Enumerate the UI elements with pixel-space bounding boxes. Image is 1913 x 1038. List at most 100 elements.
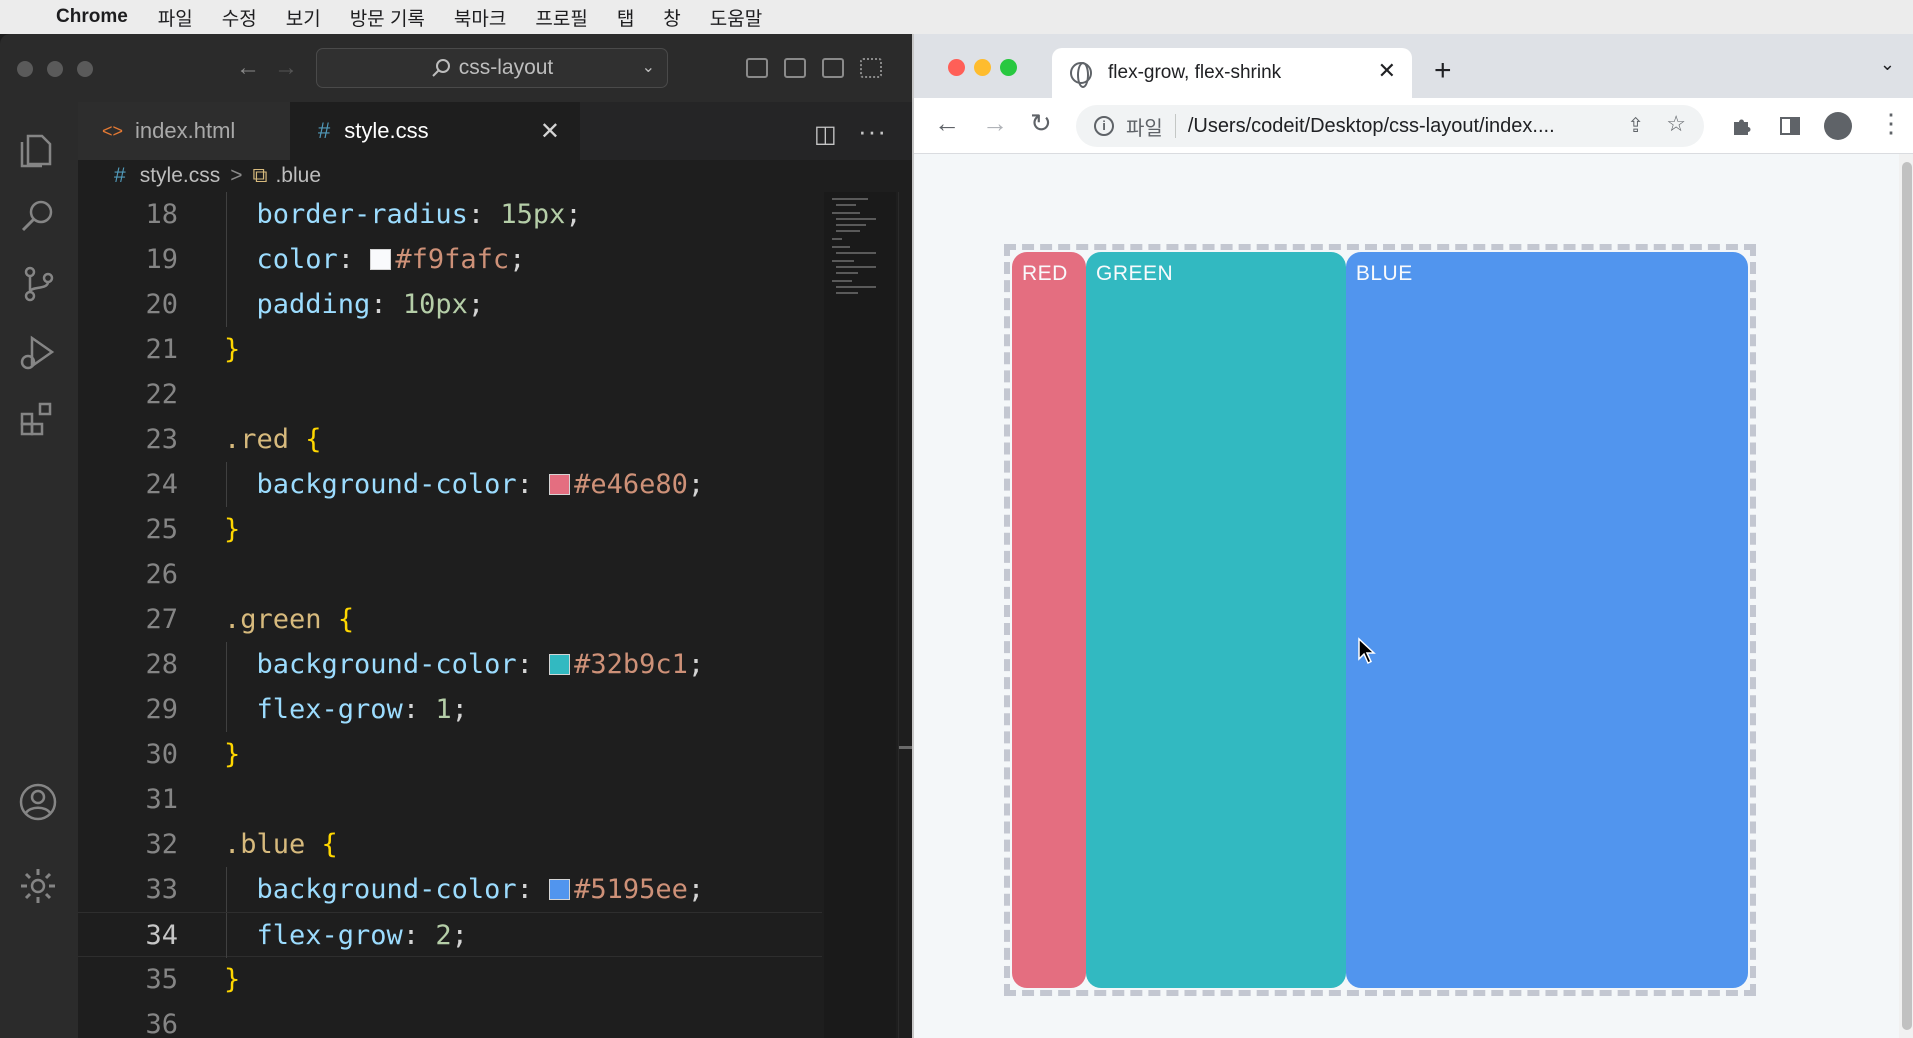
profile-avatar[interactable]: [1824, 112, 1852, 140]
more-actions-icon[interactable]: ···: [858, 116, 887, 147]
scrollbar-thumb[interactable]: [1902, 162, 1912, 1030]
code-line[interactable]: 36: [78, 1002, 822, 1038]
code-token: }: [224, 334, 241, 365]
code-line[interactable]: 27 .green {: [78, 597, 822, 642]
browser-tab[interactable]: flex-grow, flex-shrink ✕: [1052, 48, 1412, 98]
code-token: ;: [467, 289, 485, 320]
window-zoom-dot[interactable]: [1000, 59, 1017, 76]
new-tab-plus-icon[interactable]: +: [1434, 54, 1452, 88]
toggle-primary-sidebar-icon[interactable]: [746, 58, 768, 78]
back-arrow-icon[interactable]: ←: [236, 54, 260, 82]
code-token: 1: [435, 694, 452, 725]
toggle-panel-icon[interactable]: [784, 58, 806, 78]
chevron-down-icon[interactable]: ⌄: [642, 57, 655, 77]
breadcrumb: # style.css > ⧉ .blue: [78, 160, 912, 192]
code-line[interactable]: 32 .blue {: [78, 822, 822, 867]
code-token: padding: [256, 289, 371, 320]
code-text: }: [224, 327, 240, 372]
code-line[interactable]: 26: [78, 552, 822, 597]
run-and-debug-icon[interactable]: [18, 332, 58, 372]
extensions-puzzle-icon[interactable]: [1730, 114, 1754, 138]
code-editor[interactable]: 18 border-radius: 15px; 19 color: #f9fafc…: [78, 192, 912, 1038]
code-line[interactable]: 33 background-color: #5195ee;: [78, 867, 822, 912]
site-info-icon[interactable]: i: [1094, 116, 1114, 136]
toggle-secondary-sidebar-icon[interactable]: [822, 58, 844, 78]
code-text: color: #f9fafc;: [224, 237, 526, 282]
menu-edit[interactable]: 수정: [222, 4, 257, 31]
tab-index-html[interactable]: <> index.html: [78, 102, 290, 160]
editor-tab-bar: <> index.html # style.css ✕ ◫ ··· # styl…: [78, 102, 912, 192]
code-line[interactable]: 19 color: #f9fafc;: [78, 237, 822, 282]
reload-icon[interactable]: ↻: [1030, 108, 1052, 139]
window-close-dot[interactable]: [948, 59, 965, 76]
customize-layout-icon[interactable]: [860, 58, 882, 78]
extensions-icon[interactable]: [18, 400, 58, 440]
search-icon[interactable]: [18, 196, 58, 236]
breadcrumb-symbol[interactable]: .blue: [275, 164, 321, 188]
forward-arrow-icon[interactable]: →: [274, 54, 298, 82]
menu-help[interactable]: 도움말: [710, 4, 762, 31]
close-icon[interactable]: ✕: [1378, 58, 1396, 84]
code-line[interactable]: 20 padding: 10px;: [78, 282, 822, 327]
back-arrow-icon[interactable]: ←: [934, 108, 960, 139]
code-line[interactable]: 21}: [78, 327, 822, 372]
code-line[interactable]: 25}: [78, 507, 822, 552]
minimap[interactable]: [824, 192, 896, 1038]
code-line[interactable]: 23 .red {: [78, 417, 822, 462]
code-line[interactable]: 18 border-radius: 15px;: [78, 192, 822, 237]
tab-style-css[interactable]: # style.css ✕: [290, 102, 580, 160]
code-line[interactable]: 30}: [78, 732, 822, 777]
address-bar[interactable]: i 파일 /Users/codeit/Desktop/css-layout/in…: [1076, 105, 1704, 147]
split-editor-icon[interactable]: ◫: [814, 120, 837, 149]
color-swatch[interactable]: [370, 249, 392, 270]
menu-tab[interactable]: 탭: [617, 4, 634, 31]
accounts-icon[interactable]: [18, 782, 58, 822]
menu-history[interactable]: 방문 기록: [350, 4, 425, 31]
code-token: 10px: [402, 289, 468, 320]
tab-search-chevron-icon[interactable]: ⌄: [1880, 54, 1895, 75]
menu-app-name[interactable]: Chrome: [56, 6, 128, 28]
menu-bookmarks[interactable]: 북마크: [454, 4, 506, 31]
forward-arrow-icon[interactable]: →: [982, 108, 1008, 139]
code-token: border-radius: [256, 199, 468, 230]
page-scrollbar[interactable]: [1899, 154, 1913, 1038]
code-line[interactable]: 31: [78, 777, 822, 822]
menu-view[interactable]: 보기: [286, 4, 321, 31]
menu-file[interactable]: 파일: [158, 4, 193, 31]
source-control-icon[interactable]: [18, 264, 58, 304]
command-center-text: css-layout: [458, 56, 554, 79]
window-close-dot[interactable]: [17, 61, 33, 77]
line-number: 35: [145, 964, 178, 995]
code-token: }: [224, 739, 241, 770]
share-icon[interactable]: ⇪: [1627, 113, 1644, 138]
window-minimize-dot[interactable]: [47, 61, 63, 77]
menu-profiles[interactable]: 프로필: [535, 4, 587, 31]
menu-window[interactable]: 창: [663, 4, 680, 31]
close-icon[interactable]: ✕: [540, 117, 560, 146]
window-zoom-dot[interactable]: [77, 61, 93, 77]
code-line[interactable]: 24 background-color: #e46e80;: [78, 462, 822, 507]
code-line[interactable]: 35}: [78, 957, 822, 1002]
breadcrumb-file[interactable]: style.css: [140, 164, 221, 188]
explorer-icon[interactable]: [18, 128, 58, 168]
code-token: :: [337, 244, 371, 275]
code-line[interactable]: 22: [78, 372, 822, 417]
bookmark-star-icon[interactable]: ☆: [1666, 111, 1686, 137]
command-center-search[interactable]: css-layout ⌄: [316, 48, 668, 88]
gear-icon[interactable]: [18, 866, 58, 906]
chrome-menu-icon[interactable]: ⋮: [1878, 108, 1904, 139]
code-text: flex-grow: 2;: [224, 913, 468, 958]
code-line[interactable]: 29 flex-grow: 1;: [78, 687, 822, 732]
code-line[interactable]: 34 flex-grow: 2;: [78, 912, 822, 958]
code-token: 15px: [500, 199, 566, 230]
color-swatch[interactable]: [549, 654, 571, 675]
side-panel-icon[interactable]: [1778, 114, 1802, 138]
window-minimize-dot[interactable]: [974, 59, 991, 76]
color-swatch[interactable]: [549, 879, 571, 900]
address-url[interactable]: /Users/codeit/Desktop/css-layout/index..…: [1188, 115, 1555, 138]
code-line[interactable]: 28 background-color: #32b9c1;: [78, 642, 822, 687]
editor-scrollbar[interactable]: [898, 192, 912, 1038]
color-swatch[interactable]: [549, 474, 571, 495]
